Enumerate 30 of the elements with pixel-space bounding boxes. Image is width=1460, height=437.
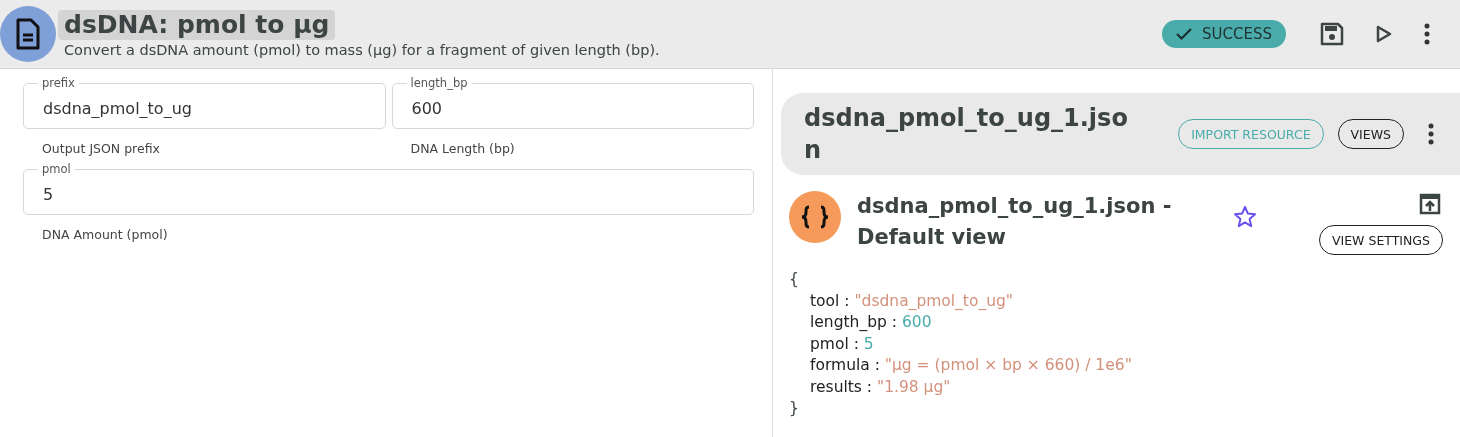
json-entry: tool : "dsdna_pmol_to_ug": [809, 290, 1013, 312]
json-entry: results : "1.98 µg": [809, 376, 951, 398]
code-brace: {: [789, 269, 799, 290]
json-entry: pmol : 5: [809, 333, 874, 355]
helper-text: DNA Amount (pmol): [42, 227, 168, 242]
input-text[interactable]: dsdna_pmol_to_ug: [43, 98, 385, 118]
more-icon: [1428, 123, 1434, 145]
star-icon: [1233, 205, 1257, 229]
upload-window-icon: [1419, 193, 1441, 215]
helper-text: DNA Length (bp): [410, 141, 515, 156]
page-title: dsDNA: pmol to µg: [58, 10, 336, 40]
document-icon: [0, 6, 56, 62]
resource-title: dsdna_pmol_to_ug_1.json: [804, 103, 1129, 166]
json-entry: formula : "µg = (pmol × bp × 660) / 1e6": [809, 355, 1132, 376]
check-icon: [1176, 28, 1193, 40]
field-label: prefix: [38, 76, 79, 90]
play-icon: [1376, 25, 1392, 43]
page-description: Convert a dsDNA amount (pmol) to mass (µg) for a fragment of given length (bp).: [64, 42, 660, 58]
more-icon: [1424, 23, 1430, 45]
input-text[interactable]: 600: [411, 98, 753, 118]
helper-text: Output JSON prefix: [42, 141, 160, 156]
field-label: length_bp: [406, 76, 472, 90]
code-brace: }: [789, 398, 799, 419]
json-entry: length_bp : 600: [809, 312, 932, 333]
input-text[interactable]: 5: [43, 184, 753, 204]
status-label: SUCCESS: [1202, 25, 1272, 43]
field-label: pmol: [38, 162, 75, 176]
braces-icon: [789, 191, 841, 243]
open-external-button[interactable]: [1417, 191, 1443, 217]
view-title: dsdna_pmol_to_ug_1.json - Default view: [857, 193, 1173, 251]
